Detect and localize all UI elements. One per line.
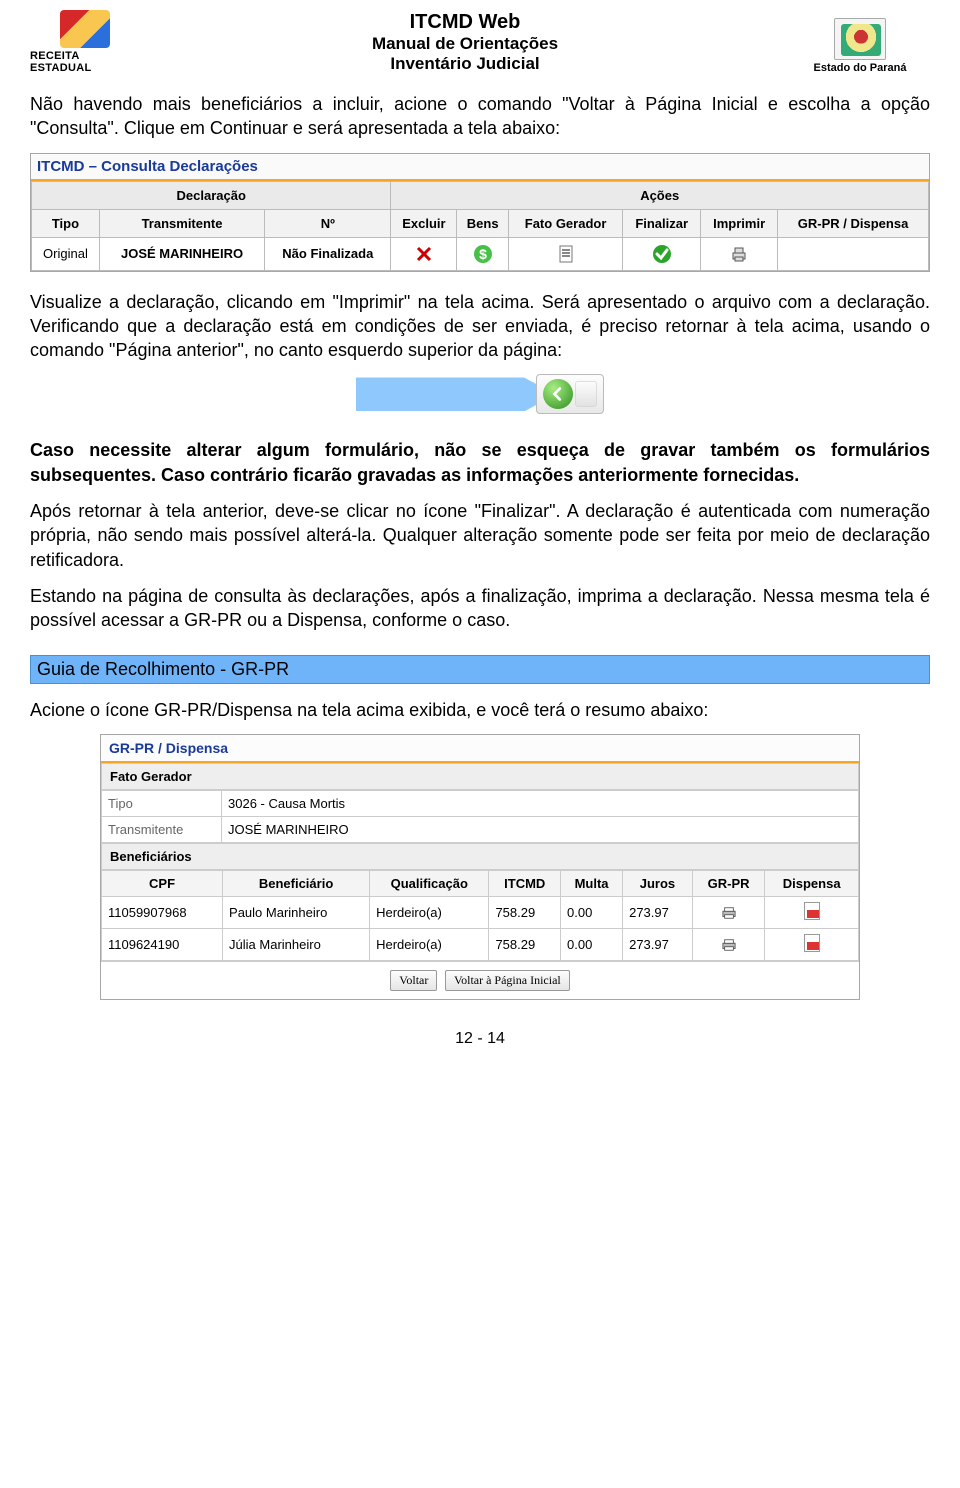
col-n: Nº <box>265 209 391 237</box>
forward-button-icon[interactable] <box>575 381 597 407</box>
panel2-title: GR-PR / Dispensa <box>101 735 859 763</box>
voltar-button[interactable]: Voltar <box>390 970 437 991</box>
paragraph-2: Visualize a declaração, clicando em "Imp… <box>30 290 930 363</box>
fato-tipo-value: 3026 - Causa Mortis <box>222 790 859 816</box>
delete-icon[interactable] <box>391 237 457 270</box>
cell-itcmd: 758.29 <box>489 896 561 928</box>
col-qual: Qualificação <box>370 870 489 896</box>
page-header: RECEITA ESTADUAL ITCMD Web Manual de Ori… <box>30 10 930 74</box>
col-itcmd: ITCMD <box>489 870 561 896</box>
grpr-dispensa-panel: GR-PR / Dispensa Fato Gerador Tipo 3026 … <box>100 734 860 1000</box>
cell-multa: 0.00 <box>561 928 623 960</box>
fato-gerador-icon[interactable] <box>508 237 622 270</box>
cell-ben: Júlia Marinheiro <box>223 928 370 960</box>
col-transmitente: Transmitente <box>99 209 264 237</box>
col-multa: Multa <box>561 870 623 896</box>
grpr-cell-empty <box>778 237 929 270</box>
cell-juros: 273.97 <box>623 928 693 960</box>
cell-juros: 273.97 <box>623 896 693 928</box>
pointer-arrow-icon <box>356 377 556 411</box>
parana-label: Estado do Paraná <box>814 62 907 74</box>
table-row: Original JOSÉ MARINHEIRO Não Finalizada … <box>32 237 929 270</box>
group-acoes: Ações <box>391 181 929 209</box>
cell-itcmd: 758.29 <box>489 928 561 960</box>
paragraph-6: Acione o ícone GR-PR/Dispensa na tela ac… <box>30 698 930 722</box>
col-imprimir: Imprimir <box>701 209 778 237</box>
header-center: ITCMD Web Manual de Orientações Inventár… <box>140 11 790 74</box>
voltar-inicial-button[interactable]: Voltar à Página Inicial <box>445 970 570 991</box>
col-bens: Bens <box>457 209 508 237</box>
back-button-icon[interactable] <box>543 379 573 409</box>
cell-qual: Herdeiro(a) <box>370 928 489 960</box>
paragraph-intro: Não havendo mais beneficiários a incluir… <box>30 92 930 141</box>
pdf-dispensa-icon[interactable] <box>765 928 859 960</box>
col-cpf: CPF <box>102 870 223 896</box>
panel2-button-row: Voltar Voltar à Página Inicial <box>101 961 859 999</box>
cell-cpf: 1109624190 <box>102 928 223 960</box>
svg-text:$: $ <box>479 246 487 262</box>
col-juros: Juros <box>623 870 693 896</box>
beneficiarios-table: CPF Beneficiário Qualificação ITCMD Mult… <box>101 870 859 961</box>
fato-trans-label: Transmitente <box>102 816 222 842</box>
col-tipo: Tipo <box>32 209 100 237</box>
panel2-sub-benef: Beneficiários <box>101 843 859 870</box>
paragraph-5: Estando na página de consulta às declara… <box>30 584 930 633</box>
print-icon[interactable] <box>701 237 778 270</box>
cell-qual: Herdeiro(a) <box>370 896 489 928</box>
parana-coat-icon <box>834 18 886 60</box>
panel2-sub-fato: Fato Gerador <box>101 763 859 790</box>
col-fato: Fato Gerador <box>508 209 622 237</box>
col-benef: Beneficiário <box>223 870 370 896</box>
nav-arrow-figure <box>30 374 930 414</box>
cell-ben: Paulo Marinheiro <box>223 896 370 928</box>
cell-multa: 0.00 <box>561 896 623 928</box>
doc-subtitle1: Manual de Orientações <box>140 34 790 54</box>
group-declaracao: Declaração <box>32 181 391 209</box>
page-footer: 12 - 14 <box>30 1030 930 1048</box>
section-heading-grpr: Guia de Recolhimento - GR-PR <box>30 655 930 684</box>
paragraph-4: Após retornar à tela anterior, deve-se c… <box>30 499 930 572</box>
col-excluir: Excluir <box>391 209 457 237</box>
cell-cpf: 11059907968 <box>102 896 223 928</box>
cell-n: Não Finalizada <box>265 237 391 270</box>
paragraph-3: Caso necessite alterar algum formulário,… <box>30 438 930 487</box>
col-disp: Dispensa <box>765 870 859 896</box>
header-left: RECEITA ESTADUAL <box>30 10 140 74</box>
receita-logo-icon <box>60 10 110 48</box>
cell-tipo: Original <box>32 237 100 270</box>
pdf-dispensa-icon[interactable] <box>765 896 859 928</box>
table-row: 11059907968 Paulo Marinheiro Herdeiro(a)… <box>102 896 859 928</box>
col-finalizar: Finalizar <box>623 209 701 237</box>
consulta-declaracoes-panel: ITCMD – Consulta Declarações Declaração … <box>30 153 930 272</box>
print-grpr-icon[interactable] <box>692 896 765 928</box>
declaracoes-table: Declaração Ações Tipo Transmitente Nº Ex… <box>31 181 929 271</box>
fato-tipo-label: Tipo <box>102 790 222 816</box>
print-grpr-icon[interactable] <box>692 928 765 960</box>
col-grpr: GR-PR / Dispensa <box>778 209 929 237</box>
table-row: 1109624190 Júlia Marinheiro Herdeiro(a) … <box>102 928 859 960</box>
doc-subtitle2: Inventário Judicial <box>140 54 790 74</box>
cell-trans: JOSÉ MARINHEIRO <box>99 237 264 270</box>
bens-icon[interactable]: $ <box>457 237 508 270</box>
header-right: Estado do Paraná <box>790 18 930 74</box>
receita-label: RECEITA ESTADUAL <box>30 50 140 74</box>
doc-title: ITCMD Web <box>140 11 790 34</box>
fato-gerador-table: Tipo 3026 - Causa Mortis Transmitente JO… <box>101 790 859 843</box>
browser-nav-box <box>536 374 604 414</box>
col-grpr: GR-PR <box>692 870 765 896</box>
finalizar-icon[interactable] <box>623 237 701 270</box>
fato-trans-value: JOSÉ MARINHEIRO <box>222 816 859 842</box>
panel1-title: ITCMD – Consulta Declarações <box>31 154 929 181</box>
